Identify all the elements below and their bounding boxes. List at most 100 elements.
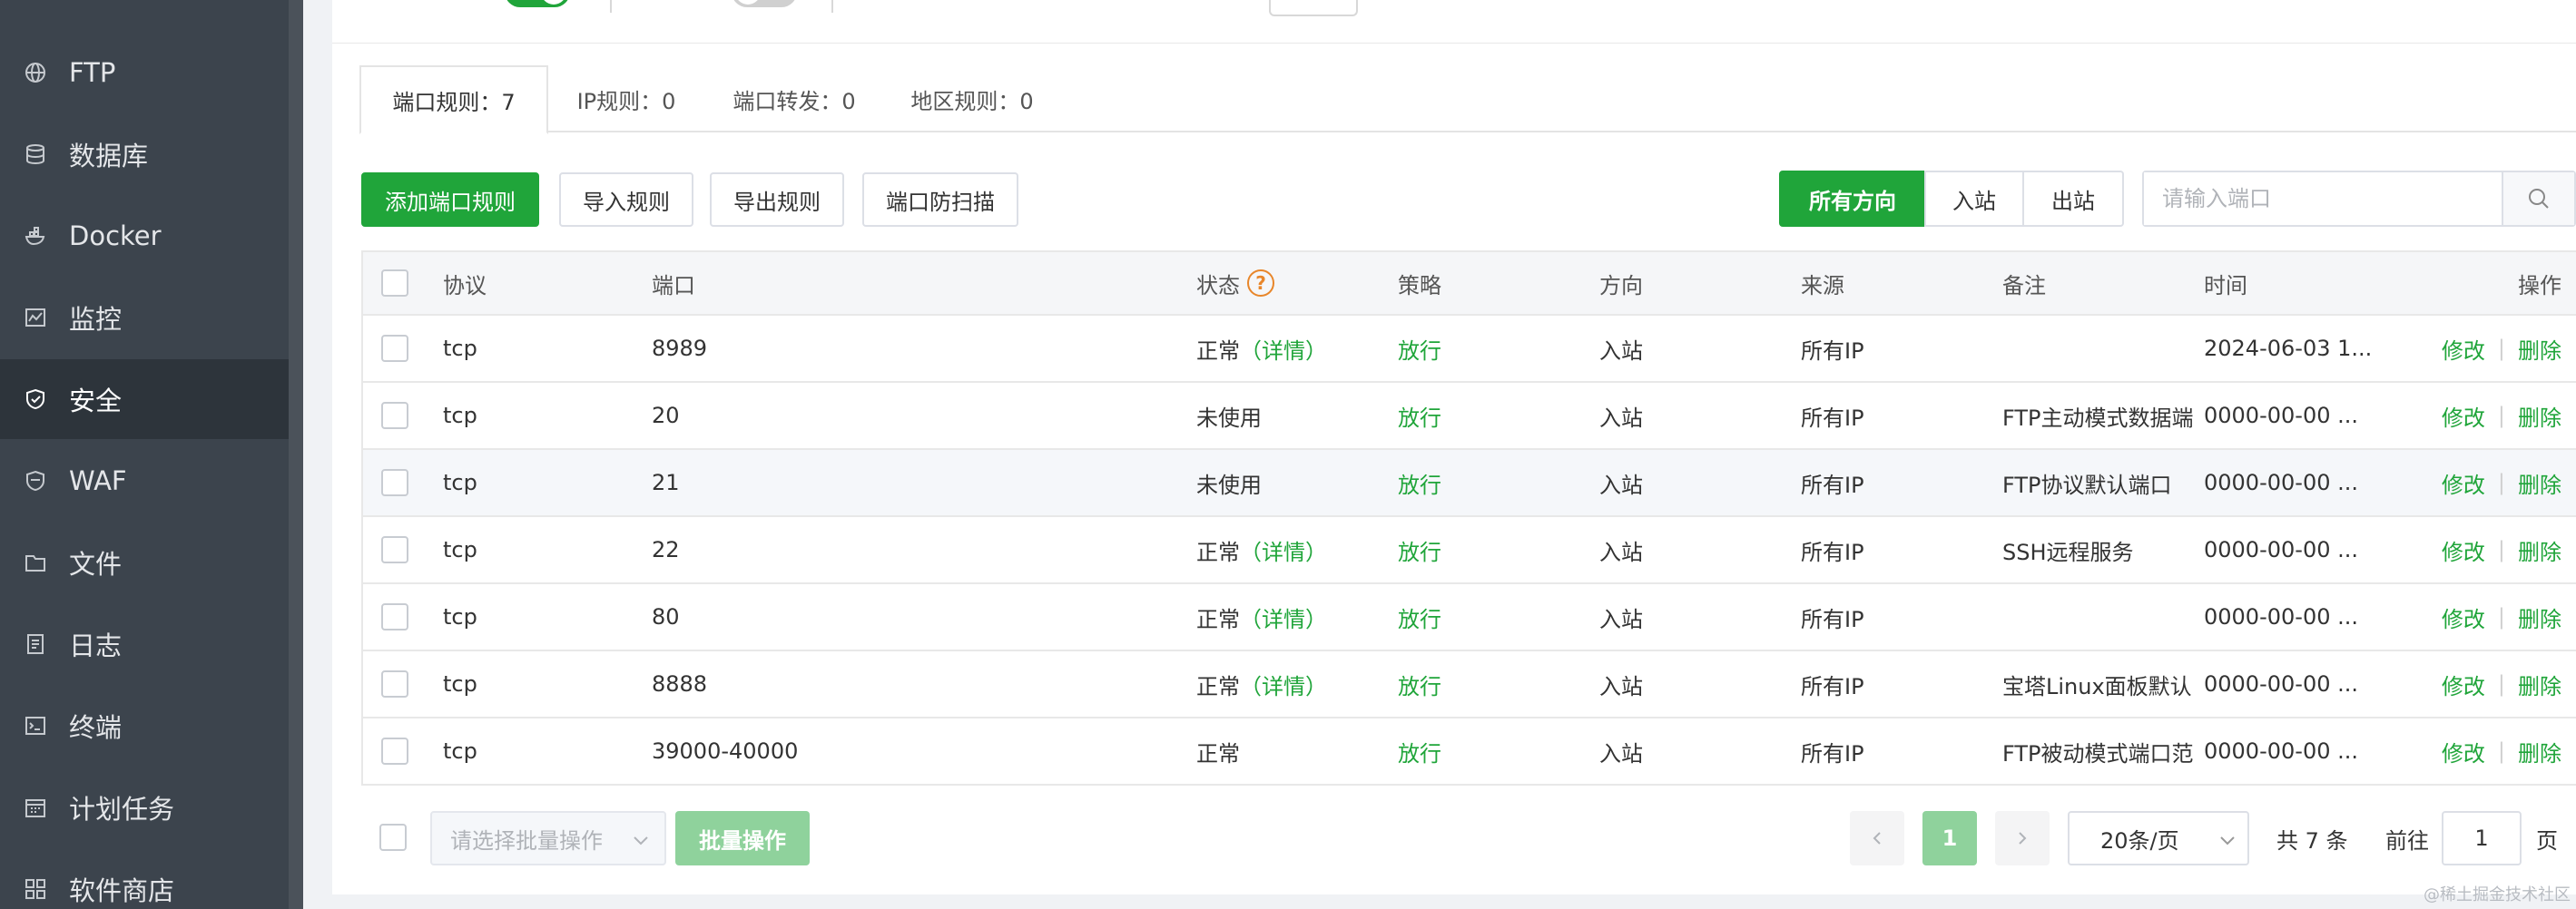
prev-page-button[interactable] (1850, 811, 1904, 865)
add-port-rule-button[interactable]: 添加端口规则 (361, 172, 539, 227)
cell-source: 所有IP (1801, 740, 1864, 767)
edit-link[interactable]: 修改 (2442, 669, 2485, 700)
port-search-input[interactable] (2144, 172, 2502, 225)
search-button[interactable] (2502, 172, 2574, 225)
table-row[interactable]: tcp 8888 正常 （详情） 放行 入站 所有IP 宝塔Linux面板默认 0000-00-… (361, 651, 2576, 718)
edit-link[interactable]: 修改 (2442, 333, 2485, 365)
direction-outbound-button[interactable]: 出站 (2022, 171, 2124, 227)
direction-all-button[interactable]: 所有方向 (1779, 171, 1926, 227)
row-checkbox[interactable] (381, 738, 408, 765)
sidebar-item-7[interactable]: 日志 (0, 604, 289, 684)
cell-remark (2002, 584, 2197, 650)
status-detail-link[interactable]: （详情） (1240, 534, 1327, 566)
page-number-current[interactable]: 1 (1922, 811, 1977, 865)
status-text: 正常 (1196, 337, 1240, 364)
tab-region-rules[interactable]: 地区规则：0 (888, 65, 1057, 132)
cell-port: 21 (652, 470, 680, 495)
status-detail-link[interactable]: （详情） (1240, 333, 1327, 365)
import-rules-button[interactable]: 导入规则 (559, 172, 693, 227)
delete-link[interactable]: 删除 (2518, 467, 2561, 499)
cell-time: 0000-00-00 ... (2204, 470, 2358, 495)
row-checkbox[interactable] (381, 536, 408, 563)
edit-link[interactable]: 修改 (2442, 467, 2485, 499)
batch-action-select[interactable]: 请选择批量操作 (430, 811, 666, 865)
database-icon (24, 142, 47, 166)
cell-status: 正常 （详情） (1196, 316, 1327, 381)
table-row[interactable]: tcp 20 未使用 放行 入站 所有IP FTP主动模式数据端 0000-00-00 ...… (361, 383, 2576, 450)
table-row[interactable]: tcp 80 正常 （详情） 放行 入站 所有IP 0000-00-00 ... 修改 | 删除 (361, 584, 2576, 651)
sidebar-item-2[interactable]: Docker (0, 196, 289, 276)
edit-link[interactable]: 修改 (2442, 601, 2485, 633)
sidebar-item-5[interactable]: WAF (0, 441, 289, 521)
status-detail-link[interactable]: （详情） (1240, 601, 1327, 633)
divider (831, 0, 833, 13)
table-row[interactable]: tcp 21 未使用 放行 入站 所有IP FTP协议默认端口 0000-00-00 ... 修… (361, 450, 2576, 517)
cell-policy: 放行 (1398, 740, 1441, 767)
sidebar-item-3[interactable]: 监控 (0, 278, 289, 357)
cell-policy: 放行 (1398, 606, 1441, 632)
export-rules-button[interactable]: 导出规则 (710, 172, 844, 227)
delete-link[interactable]: 删除 (2518, 400, 2561, 432)
divider: | (2497, 604, 2505, 630)
top-action-button[interactable] (1269, 0, 1358, 16)
table-row[interactable]: tcp 39000-40000 正常 放行 入站 所有IP FTP被动模式端口范 0000-0… (361, 718, 2576, 786)
sidebar-item-0[interactable]: FTP (0, 33, 289, 112)
sidebar-item-9[interactable]: 计划任务 (0, 767, 289, 847)
footer-select-all-checkbox[interactable] (379, 824, 407, 851)
sidebar-item-6[interactable]: 文件 (0, 523, 289, 602)
sidebar-item-4[interactable]: 安全 (0, 359, 289, 439)
edit-link[interactable]: 修改 (2442, 400, 2485, 432)
header-remark: 备注 (2002, 272, 2046, 298)
goto-page-input[interactable]: 1 (2442, 811, 2522, 865)
help-icon[interactable]: ? (1247, 269, 1274, 297)
header-source: 来源 (1801, 272, 1844, 298)
tab-port-forward[interactable]: 端口转发：0 (710, 65, 879, 132)
tab-ip-rules[interactable]: IP规则：0 (554, 65, 699, 132)
delete-link[interactable]: 删除 (2518, 601, 2561, 633)
sidebar-item-label: Docker (69, 220, 162, 251)
page-size-select[interactable]: 20条/页 (2068, 811, 2249, 865)
row-checkbox[interactable] (381, 469, 408, 496)
toggle-switch-on[interactable] (505, 0, 570, 7)
table-row[interactable]: tcp 22 正常 （详情） 放行 入站 所有IP SSH远程服务 0000-00-00 ...… (361, 517, 2576, 584)
sidebar-item-label: 计划任务 (69, 794, 175, 825)
row-checkbox[interactable] (381, 335, 408, 362)
waf-shield-icon (24, 469, 47, 493)
header-time: 时间 (2204, 272, 2247, 298)
next-page-button[interactable] (1995, 811, 2050, 865)
cell-time: 0000-00-00 ... (2204, 738, 2358, 764)
cell-policy: 放行 (1398, 405, 1441, 431)
cell-port: 20 (652, 403, 680, 428)
direction-filter: 所有方向 入站 出站 (1779, 171, 2124, 227)
delete-link[interactable]: 删除 (2518, 736, 2561, 767)
sidebar-scrollbar[interactable] (289, 0, 303, 909)
delete-link[interactable]: 删除 (2518, 333, 2561, 365)
row-checkbox[interactable] (381, 402, 408, 429)
header-actions: 操作 (2518, 272, 2561, 298)
apps-icon (24, 877, 47, 901)
header-port: 端口 (652, 272, 695, 298)
select-all-checkbox[interactable] (381, 269, 408, 297)
sidebar-item-1[interactable]: 数据库 (0, 114, 289, 194)
divider: | (2497, 671, 2505, 697)
row-checkbox[interactable] (381, 670, 408, 698)
sidebar-item-8[interactable]: 终端 (0, 686, 289, 766)
divider: | (2497, 738, 2505, 764)
row-checkbox[interactable] (381, 603, 408, 630)
status-detail-link[interactable]: （详情） (1240, 669, 1327, 700)
direction-inbound-button[interactable]: 入站 (1924, 171, 2024, 227)
port-search (2142, 171, 2576, 227)
edit-link[interactable]: 修改 (2442, 534, 2485, 566)
port-rules-table: 协议 端口 状态 ? 策略 方向 来源 备注 时间 操作 tcp 8989 正常 （详… (361, 250, 2576, 786)
table-row[interactable]: tcp 8989 正常 （详情） 放行 入站 所有IP 2024-06-03 1... 修改 | 删… (361, 316, 2576, 383)
delete-link[interactable]: 删除 (2518, 534, 2561, 566)
delete-link[interactable]: 删除 (2518, 669, 2561, 700)
batch-action-button[interactable]: 批量操作 (675, 811, 810, 865)
tab-port-rules[interactable]: 端口规则：7 (359, 65, 548, 134)
toggle-switch-off[interactable] (732, 0, 797, 7)
sidebar-item-10[interactable]: 软件商店 (0, 849, 289, 909)
cell-port: 39000-40000 (652, 738, 799, 764)
edit-link[interactable]: 修改 (2442, 736, 2485, 767)
row-actions: 修改 | 删除 (2442, 718, 2561, 784)
port-anti-scan-button[interactable]: 端口防扫描 (862, 172, 1018, 227)
